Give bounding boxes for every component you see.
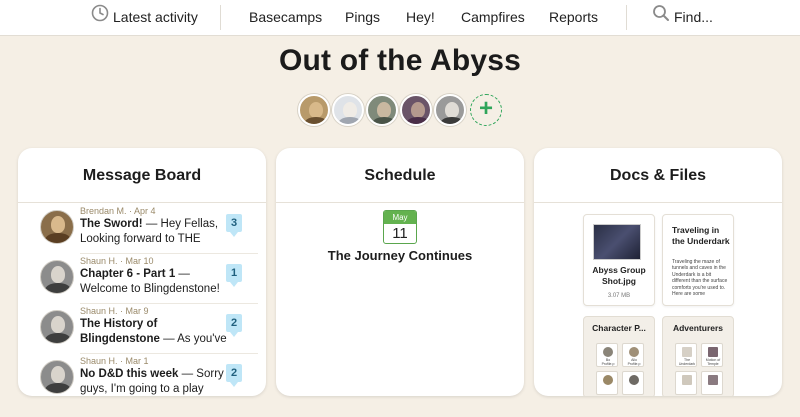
event-title[interactable]: The Journey Continues <box>276 248 524 263</box>
message-meta: Shaun H. · Mar 1 <box>80 356 149 366</box>
avatar[interactable] <box>332 94 364 126</box>
calendar-day: 11 <box>392 225 408 242</box>
nav-divider <box>220 5 221 30</box>
document-title: Traveling in the Underdark <box>672 225 730 246</box>
message-text: The Sword! — Hey Fellas, Looking forward… <box>80 217 230 247</box>
nav-divider <box>626 5 627 30</box>
nav-basecamps[interactable]: Basecamps <box>249 0 322 36</box>
schedule-card[interactable]: Schedule May 11 The Journey Continues <box>276 148 524 396</box>
nav-find[interactable]: Find... <box>652 0 713 36</box>
message-meta: Brendan M. · Apr 4 <box>80 206 156 216</box>
document-card[interactable]: Traveling in the Underdark Traveling the… <box>662 214 734 306</box>
calendar-date-icon: May 11 <box>383 210 417 244</box>
top-nav: Latest activity Basecamps Pings Hey! Cam… <box>0 0 800 36</box>
avatar[interactable] <box>400 94 432 126</box>
nav-pings[interactable]: Pings <box>345 0 380 36</box>
nav-reports[interactable]: Reports <box>549 0 598 36</box>
image-thumbnail <box>593 224 641 260</box>
calendar-month: May <box>384 211 416 224</box>
comment-count-badge: 1 <box>226 264 242 287</box>
folder-adventurers[interactable]: Adventurers The Underdark Motion of Temp… <box>662 316 734 396</box>
folder-item-label: Motion of Temple <box>705 358 721 366</box>
folder-item: Allo Profile.p <box>622 343 644 367</box>
folder-character-profiles[interactable]: Character P... Bo Profile.p Allo Profile… <box>583 316 655 396</box>
folder-title: Character P... <box>592 323 646 333</box>
message-text: Chapter 6 - Part 1 — Welcome to Blingden… <box>80 267 230 297</box>
divider <box>80 353 258 354</box>
document-excerpt: Traveling the maze of tunnels and caves … <box>672 259 728 298</box>
comment-count-badge: 2 <box>226 364 242 387</box>
folder-item-label: Allo Profile.p <box>627 358 641 366</box>
file-size: 3.07 MB <box>607 293 631 299</box>
message-meta: Shaun H. · Mar 9 <box>80 306 149 316</box>
nav-latest-activity[interactable]: Latest activity <box>91 0 198 36</box>
comment-count-badge: 3 <box>226 214 242 237</box>
message-board-card[interactable]: Message Board Brendan M. · Apr 4 The Swo… <box>18 148 266 396</box>
message-text: The History of Blingdenstone — As you've <box>80 317 230 347</box>
avatar <box>40 310 74 344</box>
folder-item <box>701 371 723 395</box>
clock-icon <box>91 0 109 34</box>
nav-latest-activity-label: Latest activity <box>113 9 198 25</box>
nav-find-label: Find... <box>674 9 713 25</box>
folder-item: The Underdark <box>675 343 697 367</box>
message-subject: Chapter 6 - Part 1 <box>80 268 176 280</box>
docs-files-card[interactable]: Docs & Files Abyss Group Shot.jpg 3.07 M… <box>534 148 782 396</box>
message-subject: The Sword! <box>80 218 143 230</box>
avatar <box>40 360 74 394</box>
folder-title: Adventurers <box>672 323 724 333</box>
folder-item <box>596 371 618 395</box>
message-item[interactable]: Shaun H. · Mar 1 No D&D this week — Sorr… <box>40 356 246 396</box>
folder-item-label: Bo Profile.p <box>601 358 615 366</box>
avatar <box>40 210 74 244</box>
message-subject: The History of Blingdenstone <box>80 318 160 345</box>
search-icon <box>652 0 670 34</box>
message-item[interactable]: Shaun H. · Mar 10 Chapter 6 - Part 1 — W… <box>40 256 258 304</box>
message-meta: Shaun H. · Mar 10 <box>80 256 154 266</box>
message-board-heading[interactable]: Message Board <box>18 148 266 203</box>
folder-item: Motion of Temple <box>701 343 723 367</box>
nav-hey[interactable]: Hey! <box>406 0 435 36</box>
message-subject: No D&D this week <box>80 368 179 380</box>
file-card-image[interactable]: Abyss Group Shot.jpg 3.07 MB <box>583 214 655 306</box>
avatar[interactable] <box>366 94 398 126</box>
folder-item <box>622 371 644 395</box>
project-title: Out of the Abyss <box>278 44 522 77</box>
schedule-heading[interactable]: Schedule <box>276 148 524 203</box>
message-item[interactable]: Shaun H. · Mar 9 The History of Blingden… <box>40 306 258 354</box>
divider <box>80 253 258 254</box>
divider <box>80 303 258 304</box>
avatar <box>40 260 74 294</box>
folder-item <box>675 371 697 395</box>
message-text: No D&D this week — Sorry guys, I'm going… <box>80 367 230 396</box>
file-name: Abyss Group Shot.jpg <box>592 265 646 286</box>
message-item[interactable]: Brendan M. · Apr 4 The Sword! — Hey Fell… <box>40 206 258 254</box>
add-people-button[interactable]: + <box>470 94 502 126</box>
avatar[interactable] <box>434 94 466 126</box>
comment-count-badge: 2 <box>226 314 242 337</box>
docs-files-heading[interactable]: Docs & Files <box>534 148 782 203</box>
nav-campfires[interactable]: Campfires <box>461 0 525 36</box>
avatar[interactable] <box>298 94 330 126</box>
folder-item-label: The Underdark <box>678 358 696 366</box>
folder-item: Bo Profile.p <box>596 343 618 367</box>
message-excerpt: — As you've <box>159 333 227 345</box>
